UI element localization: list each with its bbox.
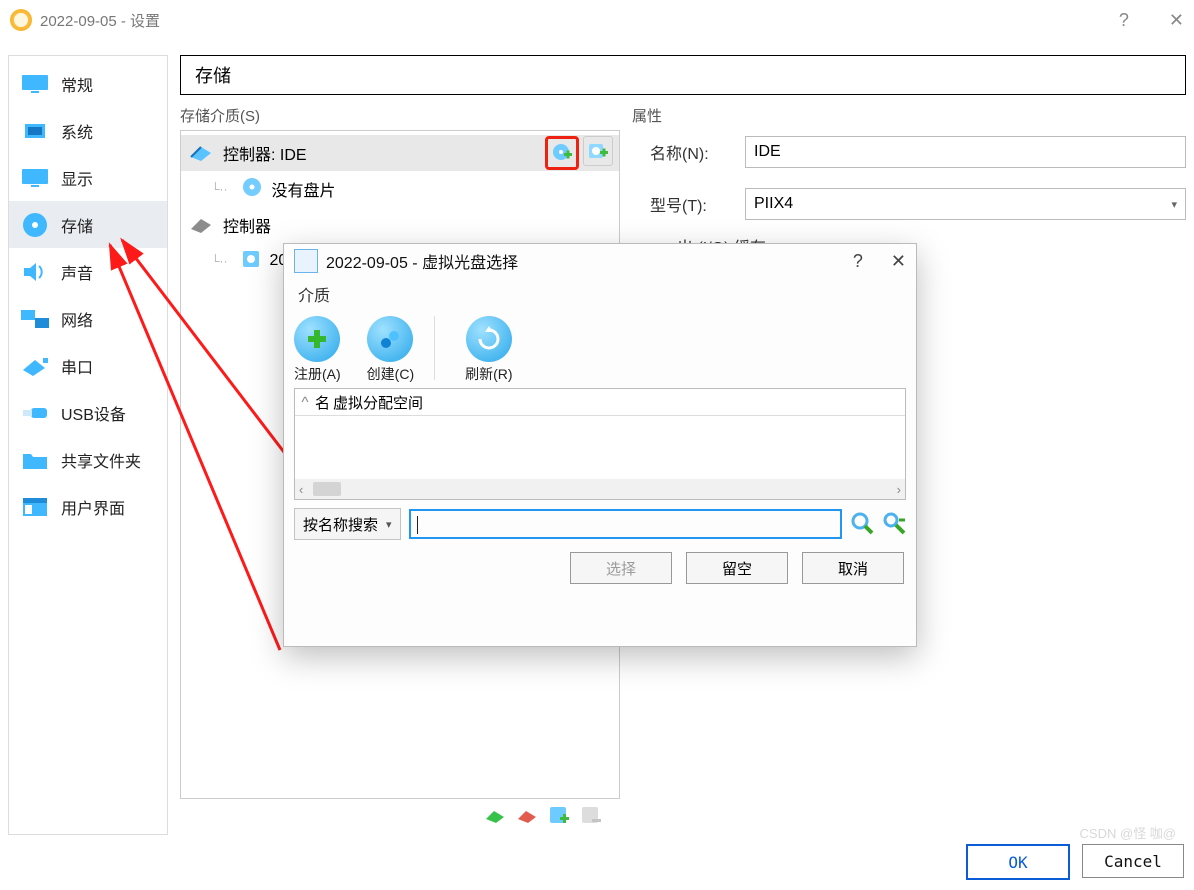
close-button[interactable]: ✕ bbox=[1169, 10, 1184, 31]
add-controller-icon[interactable] bbox=[484, 805, 506, 830]
sidebar-item-label: USB设备 bbox=[61, 401, 126, 425]
serial-icon bbox=[21, 355, 49, 377]
attributes-group-label: 属性 bbox=[632, 105, 1186, 126]
search-next-icon[interactable] bbox=[882, 511, 906, 538]
remove-attachment-icon[interactable] bbox=[580, 805, 602, 830]
sidebar-item-label: 网络 bbox=[61, 307, 93, 331]
tree-connector: └·· bbox=[211, 182, 228, 196]
hdd-icon bbox=[242, 250, 260, 273]
cd-icon bbox=[242, 177, 262, 202]
tool-register[interactable]: 注册(A) bbox=[294, 316, 341, 384]
watermark: CSDN @怪 咖@ bbox=[1080, 823, 1176, 842]
tree-toolbar bbox=[180, 799, 620, 835]
display-icon bbox=[21, 167, 49, 189]
name-label: 名称(N): bbox=[650, 140, 735, 164]
sidebar-item-general[interactable]: 常规 bbox=[9, 60, 167, 107]
add-attachment-icon[interactable] bbox=[548, 805, 570, 830]
modal-subheading: 介质 bbox=[284, 278, 916, 310]
sidebar-item-ui[interactable]: 用户界面 bbox=[9, 483, 167, 530]
sidebar-item-audio[interactable]: 声音 bbox=[9, 248, 167, 295]
sidebar: 常规 系统 显示 存储 声音 网络 bbox=[8, 55, 168, 835]
sidebar-item-label: 用户界面 bbox=[61, 495, 125, 519]
help-button[interactable]: ? bbox=[1119, 10, 1129, 31]
tree-connector: └·· bbox=[211, 254, 228, 268]
leave-empty-button[interactable]: 留空 bbox=[686, 552, 788, 584]
controller-icon bbox=[189, 215, 213, 235]
tree-label: 控制器 bbox=[223, 213, 271, 237]
sidebar-item-usb[interactable]: USB设备 bbox=[9, 389, 167, 436]
tool-refresh[interactable]: 刷新(R) bbox=[465, 316, 512, 384]
col-name: 虚拟分配空间 bbox=[333, 392, 423, 413]
speaker-icon bbox=[21, 261, 49, 283]
search-icon[interactable] bbox=[850, 511, 874, 538]
expand-caret-icon[interactable]: ^ bbox=[295, 394, 315, 411]
cancel-button[interactable]: 取消 bbox=[802, 552, 904, 584]
sidebar-item-label: 常规 bbox=[61, 72, 93, 96]
gear-icon bbox=[10, 9, 32, 31]
settings-window: 2022-09-05 - 设置 ? ✕ 常规 系统 显示 存储 bbox=[0, 0, 1194, 890]
sidebar-item-label: 系统 bbox=[61, 119, 93, 143]
ui-icon bbox=[21, 496, 49, 518]
modal-toolbar: 注册(A) 创建(C) 刷新(R) bbox=[284, 310, 916, 386]
modal-app-icon bbox=[294, 249, 318, 273]
select-button: 选择 bbox=[570, 552, 672, 584]
sidebar-item-label: 共享文件夹 bbox=[61, 448, 141, 472]
scroll-thumb[interactable] bbox=[313, 482, 341, 496]
ok-button[interactable]: OK bbox=[966, 844, 1070, 880]
tree-controller-other[interactable]: 控制器 bbox=[181, 207, 619, 243]
storage-group-label: 存储介质(S) bbox=[180, 105, 620, 126]
disk-icon bbox=[21, 214, 49, 236]
chip-icon bbox=[21, 120, 49, 142]
sidebar-item-shared[interactable]: 共享文件夹 bbox=[9, 436, 167, 483]
media-list[interactable]: ^ 名 虚拟分配空间 bbox=[294, 388, 906, 500]
sidebar-item-storage[interactable]: 存储 bbox=[9, 201, 167, 248]
toolbar-divider bbox=[434, 316, 435, 380]
cancel-button-main[interactable]: Cancel bbox=[1082, 844, 1184, 878]
sidebar-item-label: 声音 bbox=[61, 260, 93, 284]
register-icon bbox=[294, 316, 340, 362]
modal-close-button[interactable]: ✕ bbox=[891, 251, 906, 272]
folder-icon bbox=[21, 449, 49, 471]
remove-controller-icon[interactable] bbox=[516, 805, 538, 830]
tree-label: 控制器: IDE bbox=[223, 141, 307, 165]
col-name-short: 名 bbox=[315, 392, 333, 413]
modal-title: 2022-09-05 - 虚拟光盘选择 bbox=[326, 249, 518, 273]
monitor-icon bbox=[21, 73, 49, 95]
tree-item-nodisc[interactable]: └·· 没有盘片 bbox=[181, 171, 619, 207]
usb-icon bbox=[21, 402, 49, 424]
modal-help-button[interactable]: ? bbox=[853, 251, 863, 272]
window-title: 2022-09-05 - 设置 bbox=[40, 10, 160, 31]
page-title: 存储 bbox=[180, 55, 1186, 95]
sidebar-item-label: 显示 bbox=[61, 166, 93, 190]
controller-icon bbox=[189, 143, 213, 163]
tool-create[interactable]: 创建(C) bbox=[367, 316, 414, 384]
titlebar: 2022-09-05 - 设置 ? ✕ bbox=[0, 0, 1194, 40]
dialog-footer: OK Cancel bbox=[966, 844, 1184, 880]
list-header[interactable]: ^ 名 虚拟分配空间 bbox=[295, 389, 905, 416]
tree-label: 没有盘片 bbox=[272, 177, 336, 201]
add-optical-button[interactable] bbox=[545, 136, 579, 170]
sidebar-item-system[interactable]: 系统 bbox=[9, 107, 167, 154]
sidebar-item-label: 存储 bbox=[61, 213, 93, 237]
search-mode-select[interactable]: 按名称搜索 bbox=[294, 508, 401, 540]
name-input[interactable]: IDE bbox=[745, 136, 1186, 168]
optical-disk-selector-dialog: 2022-09-05 - 虚拟光盘选择 ? ✕ 介质 注册(A) 创建(C) 刷… bbox=[283, 243, 917, 647]
model-label: 型号(T): bbox=[650, 192, 735, 216]
network-icon bbox=[21, 308, 49, 330]
tree-controller-ide[interactable]: 控制器: IDE bbox=[181, 135, 619, 171]
sidebar-item-display[interactable]: 显示 bbox=[9, 154, 167, 201]
modal-titlebar: 2022-09-05 - 虚拟光盘选择 ? ✕ bbox=[284, 244, 916, 278]
sidebar-item-network[interactable]: 网络 bbox=[9, 295, 167, 342]
refresh-icon bbox=[466, 316, 512, 362]
horizontal-scrollbar[interactable] bbox=[295, 479, 905, 499]
sidebar-item-label: 串口 bbox=[61, 354, 93, 378]
create-icon bbox=[367, 316, 413, 362]
add-harddisk-button[interactable] bbox=[583, 136, 613, 166]
model-select[interactable]: PIIX4 bbox=[745, 188, 1186, 220]
search-input[interactable] bbox=[409, 509, 842, 539]
sidebar-item-serial[interactable]: 串口 bbox=[9, 342, 167, 389]
